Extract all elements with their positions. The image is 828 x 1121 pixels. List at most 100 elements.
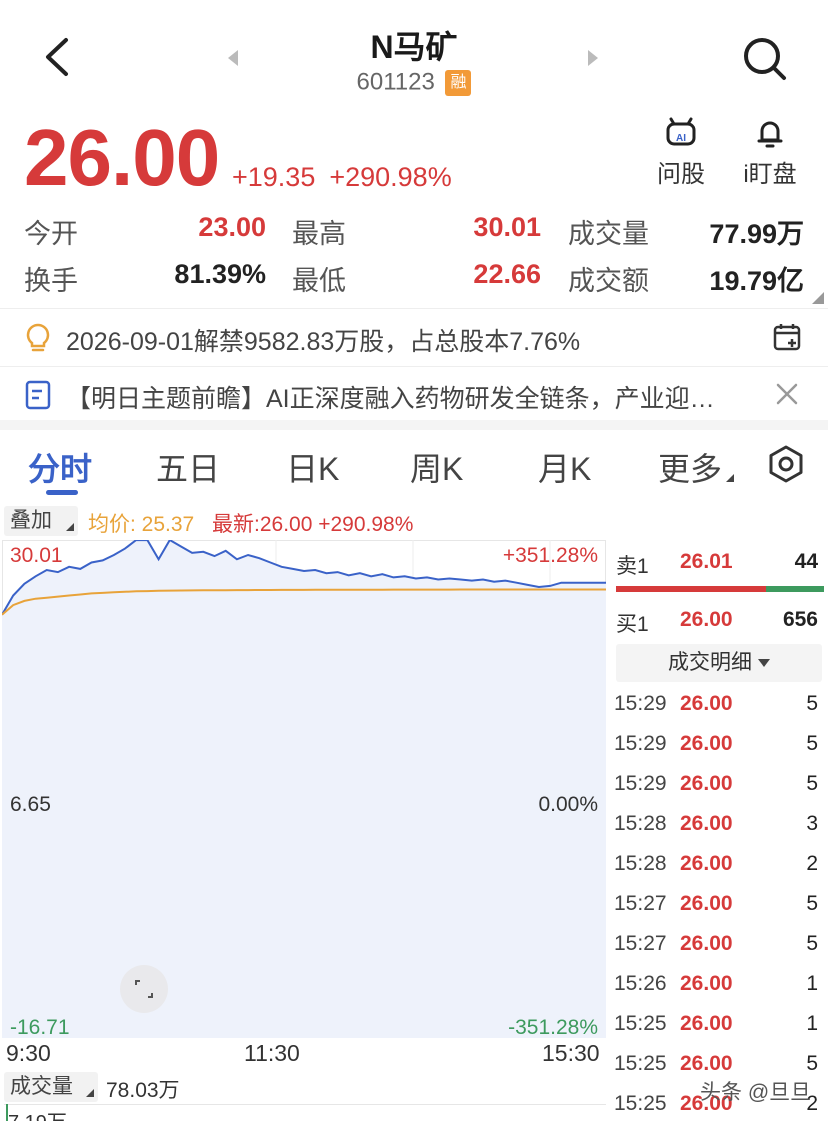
trade-price: 26.00 <box>680 1052 733 1075</box>
ai-robot-icon: AI <box>666 117 696 146</box>
trade-price: 26.00 <box>680 1012 733 1035</box>
intraday-chart[interactable]: 30.01 6.65 -16.71 +351.28% 0.00% -351.28… <box>2 540 606 1038</box>
fullscreen-icon[interactable] <box>120 965 168 1013</box>
svg-text:AI: AI <box>676 133 686 144</box>
buy-volume: 656 <box>782 608 818 631</box>
settings-icon[interactable] <box>766 444 806 484</box>
calendar-add-icon[interactable] <box>772 322 802 352</box>
tab-more[interactable]: 更多 <box>658 444 735 490</box>
sell-label: 卖1 <box>616 555 649 578</box>
stat-value-open: 23.00 <box>198 212 266 242</box>
divider <box>0 308 828 309</box>
trade-volume: 5 <box>806 732 818 755</box>
unlock-notice[interactable]: 2026-09-01解禁9582.83万股，占总股本7.76% <box>0 310 828 366</box>
pct-axis-top-label: +351.28% <box>503 544 598 567</box>
bid-ask-ratio-bar <box>616 586 824 592</box>
tab-monthly-k[interactable]: 月K <box>538 444 591 490</box>
active-tab-indicator <box>46 490 78 495</box>
watch-button[interactable]: i盯盘 <box>736 116 804 189</box>
volume-chart-border <box>4 1104 606 1105</box>
volume-indicator-button[interactable]: 成交量 <box>4 1072 98 1102</box>
trade-time: 15:28 <box>614 852 667 875</box>
trade-time: 15:28 <box>614 812 667 835</box>
trade-price: 26.00 <box>680 812 733 835</box>
header: N马矿 601123 融 <box>0 0 828 110</box>
trade-time: 15:29 <box>614 732 667 755</box>
stat-value-turnover: 81.39% <box>174 259 266 289</box>
trade-price: 26.00 <box>680 692 733 715</box>
stat-value-volume: 77.99万 <box>709 219 804 249</box>
y-axis-mid-label: 6.65 <box>10 793 51 816</box>
stat-value-high: 30.01 <box>473 212 541 242</box>
overlay-button-label: 叠加 <box>10 509 52 532</box>
trade-price: 26.00 <box>680 732 733 755</box>
tab-five-day[interactable]: 五日 <box>156 444 220 490</box>
tab-intraday[interactable]: 分时 <box>28 444 92 490</box>
trade-price: 26.00 <box>680 972 733 995</box>
trade-time: 15:29 <box>614 692 667 715</box>
trade-price: 26.00 <box>680 932 733 955</box>
trade-price: 26.00 <box>680 852 733 875</box>
trade-time: 15:27 <box>614 932 667 955</box>
sell-volume: 44 <box>794 550 818 573</box>
overlay-row: 叠加 均价: 25.37 最新:26.00 +290.98% <box>0 506 828 538</box>
dropdown-icon <box>66 523 74 531</box>
stat-label-turnover: 换手 <box>24 266 78 296</box>
close-icon[interactable] <box>772 379 802 409</box>
stat-value-amount: 19.79亿 <box>709 266 804 296</box>
watch-label: i盯盘 <box>743 161 797 188</box>
stat-label-amount: 成交额 <box>568 266 649 296</box>
stat-label-low: 最低 <box>292 266 346 296</box>
latest-price-label: 最新:26.00 +290.98% <box>212 513 414 536</box>
trade-volume: 3 <box>806 812 818 835</box>
search-icon[interactable] <box>736 30 792 86</box>
current-price: 26.00 <box>24 113 220 202</box>
theme-news-notice[interactable]: 【明日主题前瞻】AI正深度融入药物研发全链条，产业迎… <box>0 367 828 423</box>
stat-label-open: 今开 <box>24 219 78 249</box>
trade-row: 15:29 26.00 5 <box>614 772 818 802</box>
overlay-button[interactable]: 叠加 <box>4 506 78 536</box>
trade-time: 15:27 <box>614 892 667 915</box>
stock-code: 601123 <box>356 68 435 96</box>
time-axis-mid: 11:30 <box>244 1040 300 1066</box>
trade-row: 15:27 26.00 5 <box>614 892 818 922</box>
tab-daily-k[interactable]: 日K <box>286 444 339 490</box>
section-gap <box>0 420 828 430</box>
ask-ratio <box>766 586 824 592</box>
dropdown-icon <box>86 1089 94 1097</box>
ask-stock-label: 问股 <box>657 161 705 188</box>
caret-icon <box>726 474 735 482</box>
sell-price: 26.01 <box>680 550 733 573</box>
stats-grid: 今开 23.00 最高 30.01 成交量 77.99万 换手 81.39% 最… <box>24 212 804 306</box>
margin-badge: 融 <box>445 69 472 96</box>
trade-row: 15:28 26.00 2 <box>614 852 818 882</box>
trade-volume: 5 <box>806 692 818 715</box>
trade-price: 26.00 <box>680 772 733 795</box>
stat-label-high: 最高 <box>292 219 346 249</box>
pct-axis-mid-label: 0.00% <box>538 793 598 816</box>
buy-level-1: 买1 26.00 656 <box>616 608 818 638</box>
ask-stock-button[interactable]: AI 问股 <box>652 116 710 189</box>
volume-value: 78.03万 <box>106 1079 180 1102</box>
y-axis-top-label: 30.01 <box>10 544 63 567</box>
chart-tabs: 分时 五日 日K 周K 月K 更多 <box>0 430 828 502</box>
buy-label: 买1 <box>616 613 649 636</box>
trade-row: 15:25 26.00 1 <box>614 1012 818 1042</box>
trade-detail-label: 成交明细 <box>668 651 752 674</box>
tab-weekly-k[interactable]: 周K <box>410 444 463 490</box>
trade-time: 15:25 <box>614 1092 667 1115</box>
trade-row: 15:29 26.00 5 <box>614 692 818 722</box>
average-price-label: 均价: 25.37 <box>88 513 195 536</box>
trade-detail-button[interactable]: 成交明细 <box>616 644 822 682</box>
trade-volume: 5 <box>806 772 818 795</box>
next-stock-icon[interactable] <box>584 46 604 70</box>
price-area-fill <box>2 540 606 1038</box>
volume-row: 成交量 78.03万 <box>0 1070 606 1102</box>
stock-name: N马矿 <box>370 29 458 65</box>
time-axis-end: 15:30 <box>542 1040 600 1066</box>
trade-time: 15:26 <box>614 972 667 995</box>
trade-time: 15:25 <box>614 1012 667 1035</box>
expand-stats-icon[interactable] <box>812 292 824 304</box>
trade-volume: 1 <box>806 972 818 995</box>
stock-code-line: 601123 融 <box>0 68 828 97</box>
